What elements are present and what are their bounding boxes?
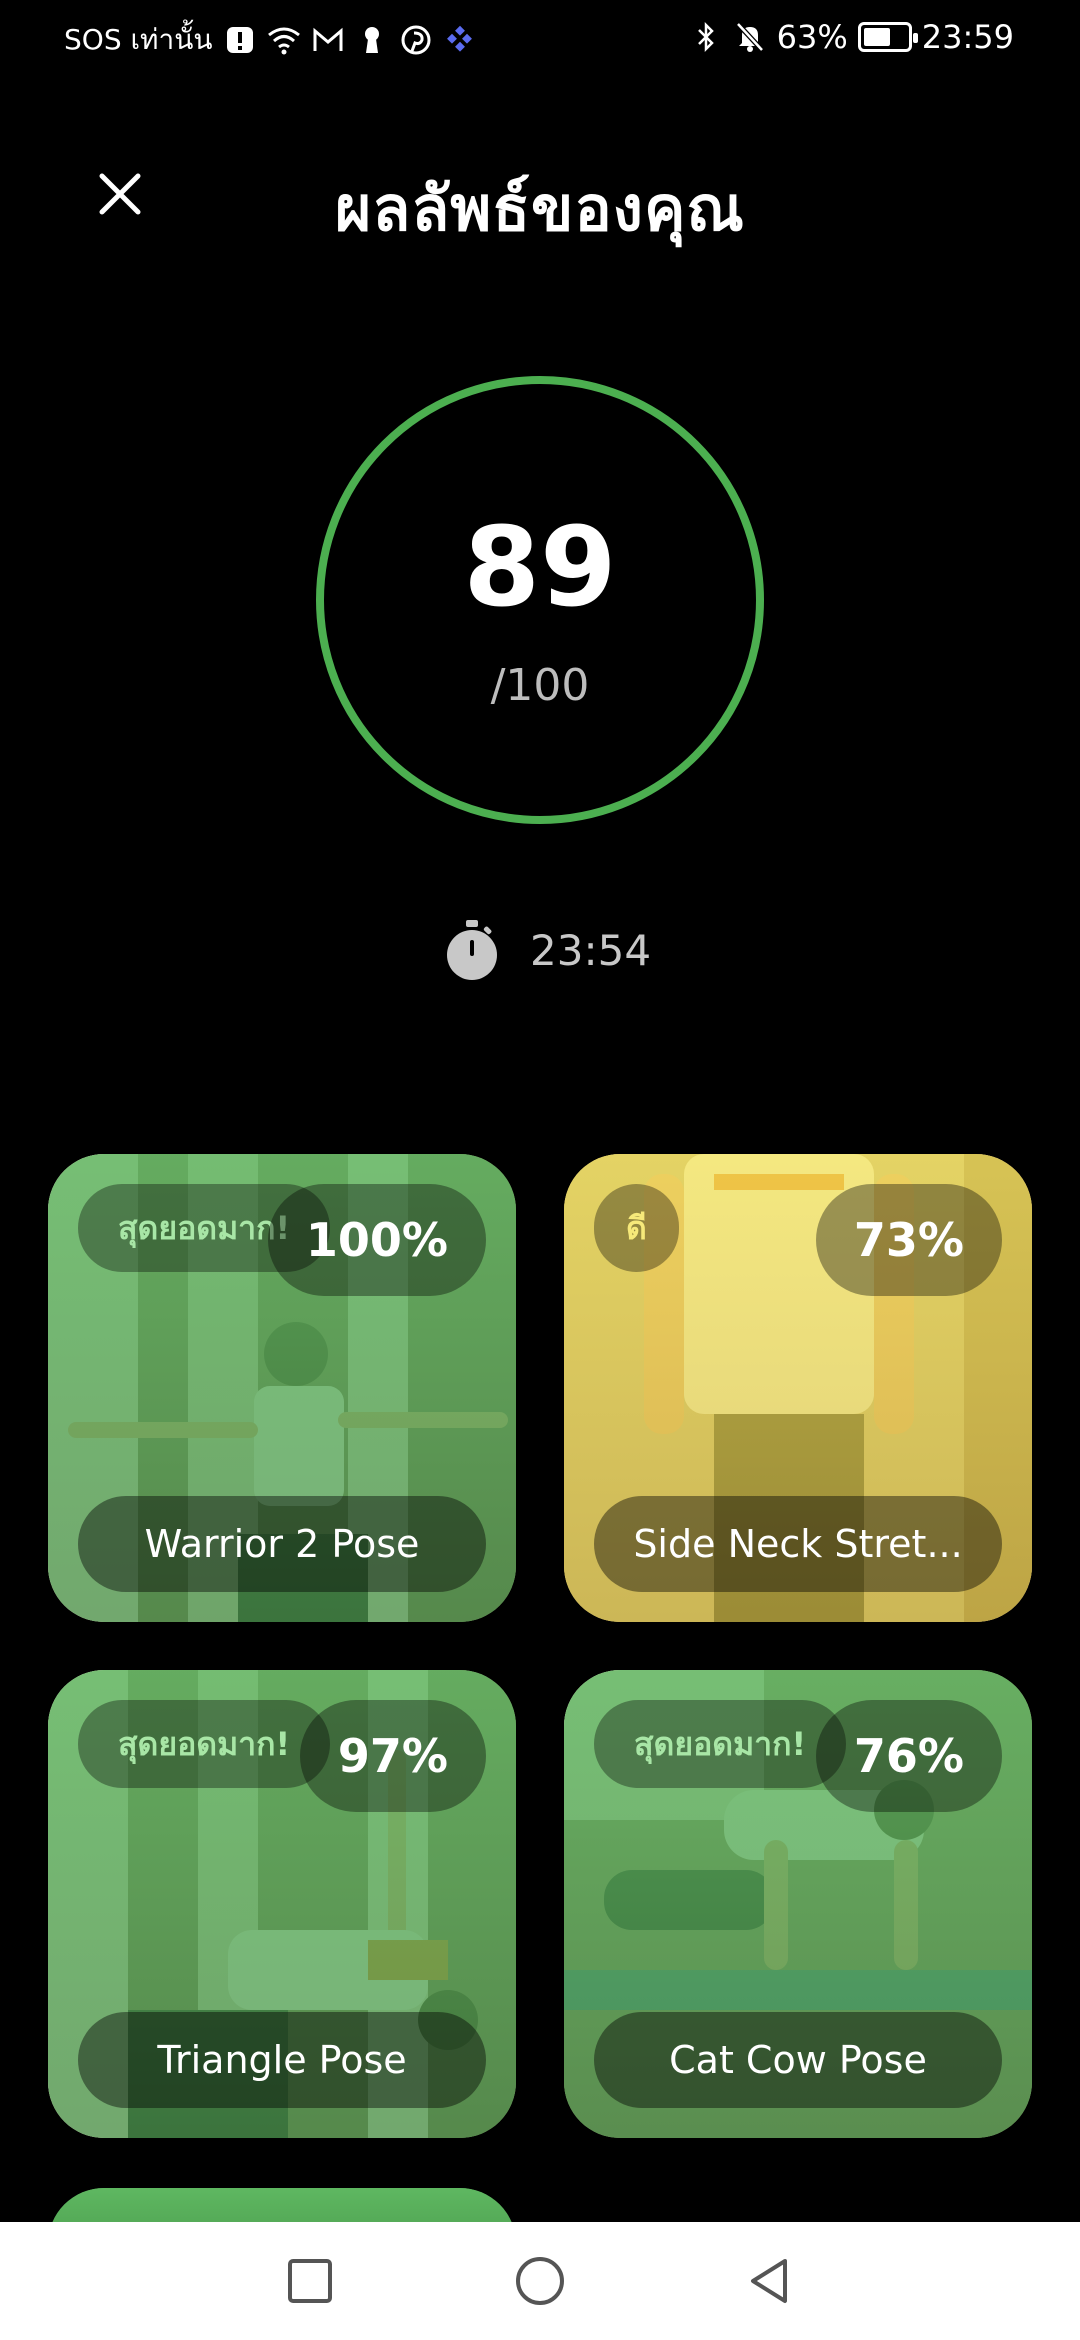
pinterest-icon [399, 23, 433, 57]
circle-icon [516, 2257, 564, 2305]
pose-result-card[interactable]: สุดยอดมาก! 97% Triangle Pose [48, 1670, 516, 2138]
accuracy-percent: 100% [267, 1184, 486, 1296]
accuracy-percent: 76% [815, 1700, 1002, 1812]
pose-result-card[interactable]: ดี 73% Side Neck Stret... [564, 1154, 1032, 1622]
mute-bell-icon [733, 20, 767, 54]
pose-name: Warrior 2 Pose [78, 1496, 486, 1592]
battery-percent: 63% [776, 18, 848, 56]
wifi-icon [267, 23, 301, 57]
rating-badge: ดี [594, 1184, 679, 1272]
status-bar: SOS เท่านั้น 63% 23:59 [0, 0, 1080, 80]
workout-duration: 23:54 [442, 918, 651, 982]
back-triangle-icon [751, 2259, 787, 2303]
rating-badge: สุดยอดมาก! [78, 1700, 331, 1788]
accuracy-percent: 73% [815, 1184, 1002, 1296]
system-nav-bar [0, 2222, 1080, 2340]
score-max: /100 [490, 660, 590, 711]
pose-name: Triangle Pose [78, 2012, 486, 2108]
pose-name: Side Neck Stret... [594, 1496, 1002, 1592]
page-title: ผลลัพธ์ของคุณ [335, 172, 745, 245]
home-button[interactable] [510, 2251, 570, 2311]
duration-text: 23:54 [530, 925, 652, 975]
back-button[interactable] [740, 2251, 800, 2311]
score-value: 89 [463, 503, 617, 631]
pose-name: Cat Cow Pose [594, 2012, 1002, 2108]
square-icon [288, 2259, 332, 2303]
carrier-label: SOS เท่านั้น [64, 23, 213, 56]
bluetooth-icon [689, 20, 723, 54]
app-grid-icon [443, 23, 477, 57]
clock: 23:59 [921, 18, 1014, 56]
pose-result-card[interactable]: สุดยอดมาก! 76% Cat Cow Pose [564, 1670, 1032, 2138]
battery-icon [857, 22, 918, 52]
rating-badge: สุดยอดมาก! [594, 1700, 847, 1788]
stopwatch-icon [447, 920, 497, 980]
recents-button[interactable] [280, 2251, 340, 2311]
gmail-icon [311, 23, 345, 57]
pose-result-card[interactable]: สุดยอดมาก! 100% Warrior 2 Pose [48, 1154, 516, 1622]
accuracy-percent: 97% [299, 1700, 486, 1812]
alert-icon [223, 23, 257, 57]
keyhole-icon [355, 23, 389, 57]
